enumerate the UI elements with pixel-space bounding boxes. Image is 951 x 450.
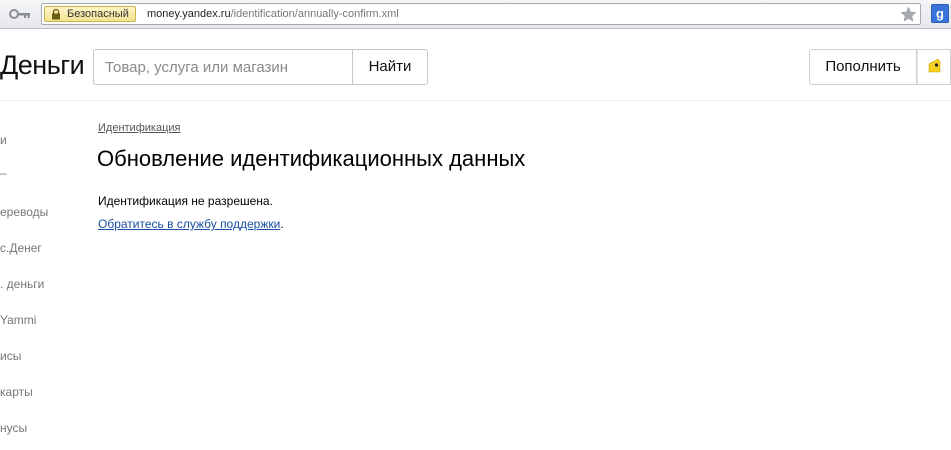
sidebar-item-transfers[interactable]: ереводы: [0, 205, 48, 219]
sidebar-item-2[interactable]: –: [0, 166, 7, 180]
search-input[interactable]: [93, 49, 353, 85]
sidebar-item-1[interactable]: и: [0, 133, 7, 147]
support-link[interactable]: Обратитесь в службу поддержки: [98, 217, 280, 231]
url-text[interactable]: money.yandex.ru/identification/annually-…: [147, 7, 399, 21]
site-header: Деньги Найти Пополнить: [0, 29, 951, 101]
sidebar-item-services[interactable]: исы: [0, 349, 21, 363]
lock-icon: [52, 9, 60, 20]
sidebar-item-cards[interactable]: карты: [0, 385, 33, 399]
google-extension-icon[interactable]: g: [931, 4, 949, 23]
address-bar[interactable]: Безопасный money.yandex.ru/identificatio…: [41, 3, 921, 25]
breadcrumb-identification[interactable]: Идентификация: [98, 122, 180, 135]
search-button[interactable]: Найти: [352, 49, 428, 85]
key-icon[interactable]: [9, 7, 31, 21]
status-message: Идентификация не разрешена.: [98, 194, 273, 208]
wallet-icon: [928, 58, 941, 73]
sidebar-item-money[interactable]: . деньги: [0, 277, 44, 291]
url-host: money.yandex.ru: [147, 8, 231, 20]
topup-button[interactable]: Пополнить: [809, 49, 917, 85]
browser-toolbar: Безопасный money.yandex.ru/identificatio…: [0, 0, 951, 29]
security-label: Безопасный: [67, 8, 129, 20]
bookmark-star-icon[interactable]: [900, 6, 917, 23]
wallet-button[interactable]: [917, 49, 951, 85]
security-badge[interactable]: Безопасный: [44, 6, 136, 22]
sidebar-item-yammi[interactable]: Yammi: [0, 313, 36, 327]
url-path: /identification/annually-confirm.xml: [230, 8, 399, 20]
sidebar-item-bonuses[interactable]: нусы: [0, 421, 27, 435]
page-title: Обновление идентификационных данных: [97, 146, 526, 171]
support-line: Обратитесь в службу поддержки.: [98, 217, 284, 232]
site-logo[interactable]: Деньги: [0, 49, 85, 81]
support-suffix: .: [280, 217, 284, 231]
extension-letter: g: [936, 6, 944, 21]
sidebar-item-money-points[interactable]: с.Денег: [0, 241, 42, 255]
